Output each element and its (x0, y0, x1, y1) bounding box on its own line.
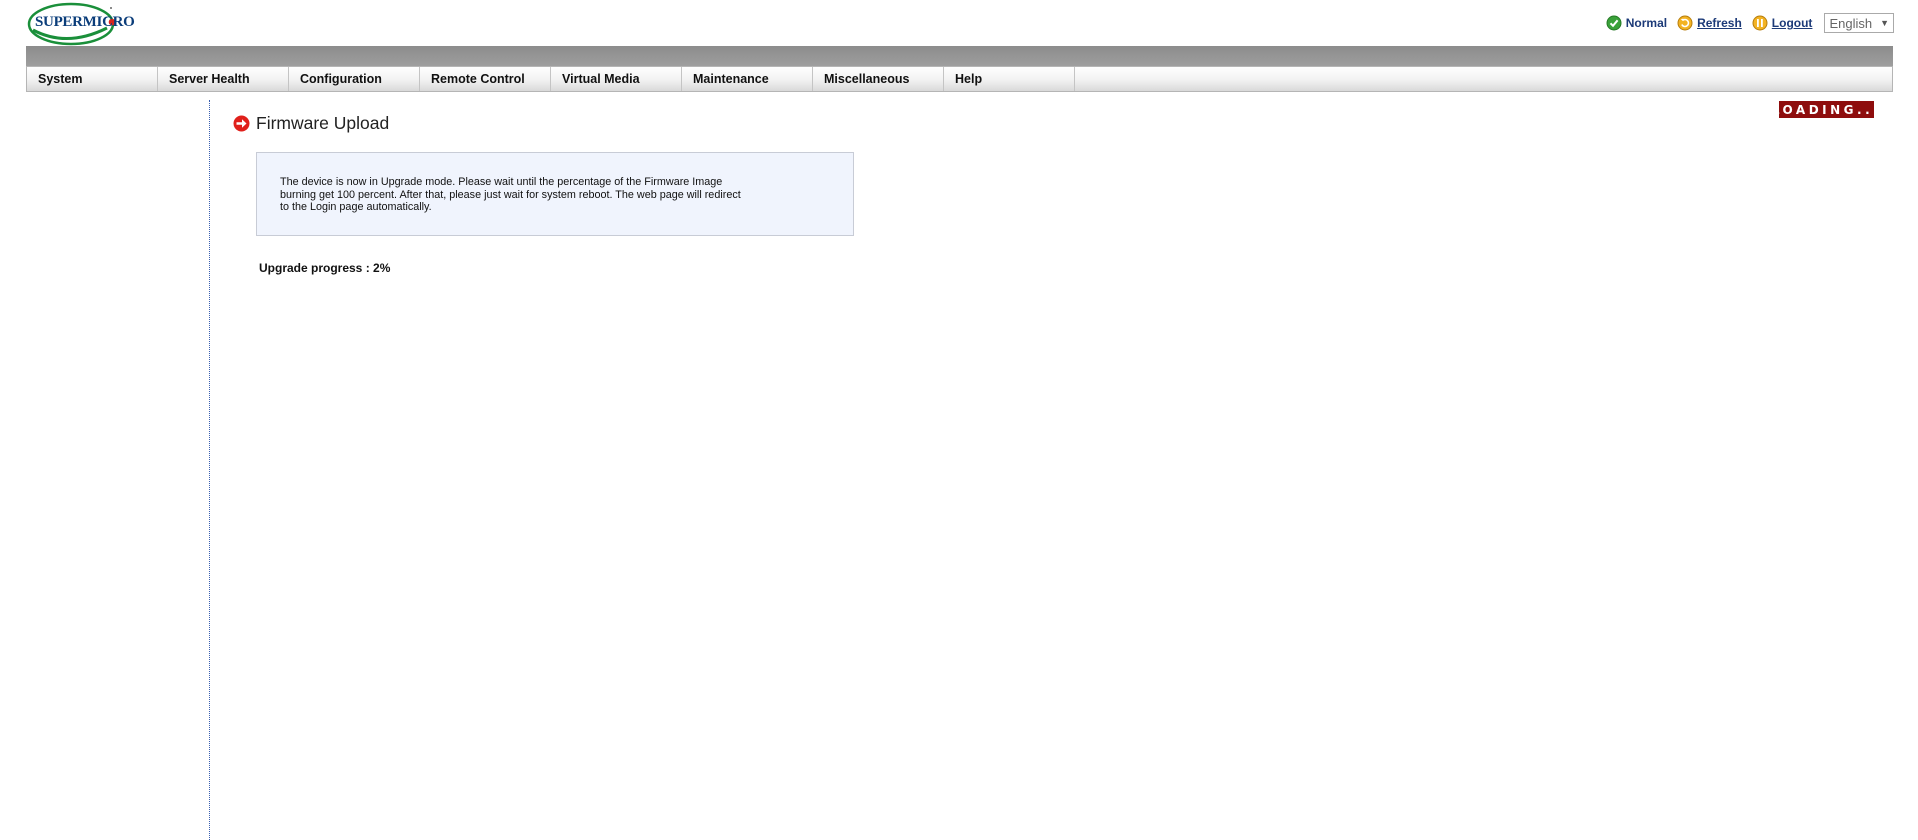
menu-item-configuration[interactable]: Configuration (289, 67, 420, 91)
header: SUPERMICRO Normal Refresh Logout English… (0, 0, 1918, 46)
logout-item[interactable]: Logout (1752, 15, 1813, 31)
header-band (26, 46, 1893, 66)
status-label: Normal (1625, 16, 1668, 30)
top-actions: Normal Refresh Logout English ▼ (1606, 13, 1894, 33)
menu-item-system[interactable]: System (27, 67, 158, 91)
page-header: Firmware Upload (233, 113, 389, 134)
refresh-link[interactable]: Refresh (1697, 16, 1742, 30)
upgrade-info-box: The device is now in Upgrade mode. Pleas… (256, 152, 854, 236)
upgrade-progress-label: Upgrade progress : 2% (259, 261, 391, 275)
loading-badge: LOADING... (1771, 101, 1882, 118)
menu-item-maintenance[interactable]: Maintenance (682, 67, 813, 91)
main-menu: System Server Health Configuration Remot… (26, 66, 1893, 92)
menu-item-remote-control[interactable]: Remote Control (420, 67, 551, 91)
status-indicator: Normal (1606, 15, 1667, 31)
page: SUPERMICRO Normal Refresh Logout English… (0, 0, 1918, 840)
upgrade-info-text: The device is now in Upgrade mode. Pleas… (280, 176, 741, 213)
check-circle-icon (1606, 15, 1622, 31)
chevron-down-icon: ▼ (1880, 18, 1889, 28)
refresh-item[interactable]: Refresh (1677, 15, 1742, 31)
menu-item-help[interactable]: Help (944, 67, 1075, 91)
logout-link[interactable]: Logout (1772, 16, 1813, 30)
menu-item-server-health[interactable]: Server Health (158, 67, 289, 91)
arrow-right-circle-icon (233, 115, 250, 132)
supermicro-logo[interactable]: SUPERMICRO (27, 2, 135, 46)
language-select[interactable]: English ▼ (1824, 13, 1894, 33)
menu-item-virtual-media[interactable]: Virtual Media (551, 67, 682, 91)
refresh-icon[interactable] (1677, 15, 1693, 31)
logo-text: SUPERMICRO (35, 14, 135, 30)
menu-item-miscellaneous[interactable]: Miscellaneous (813, 67, 944, 91)
sidebar-divider (209, 100, 210, 840)
language-selected: English (1829, 15, 1873, 31)
logout-icon[interactable] (1752, 15, 1768, 31)
page-title: Firmware Upload (256, 113, 390, 133)
